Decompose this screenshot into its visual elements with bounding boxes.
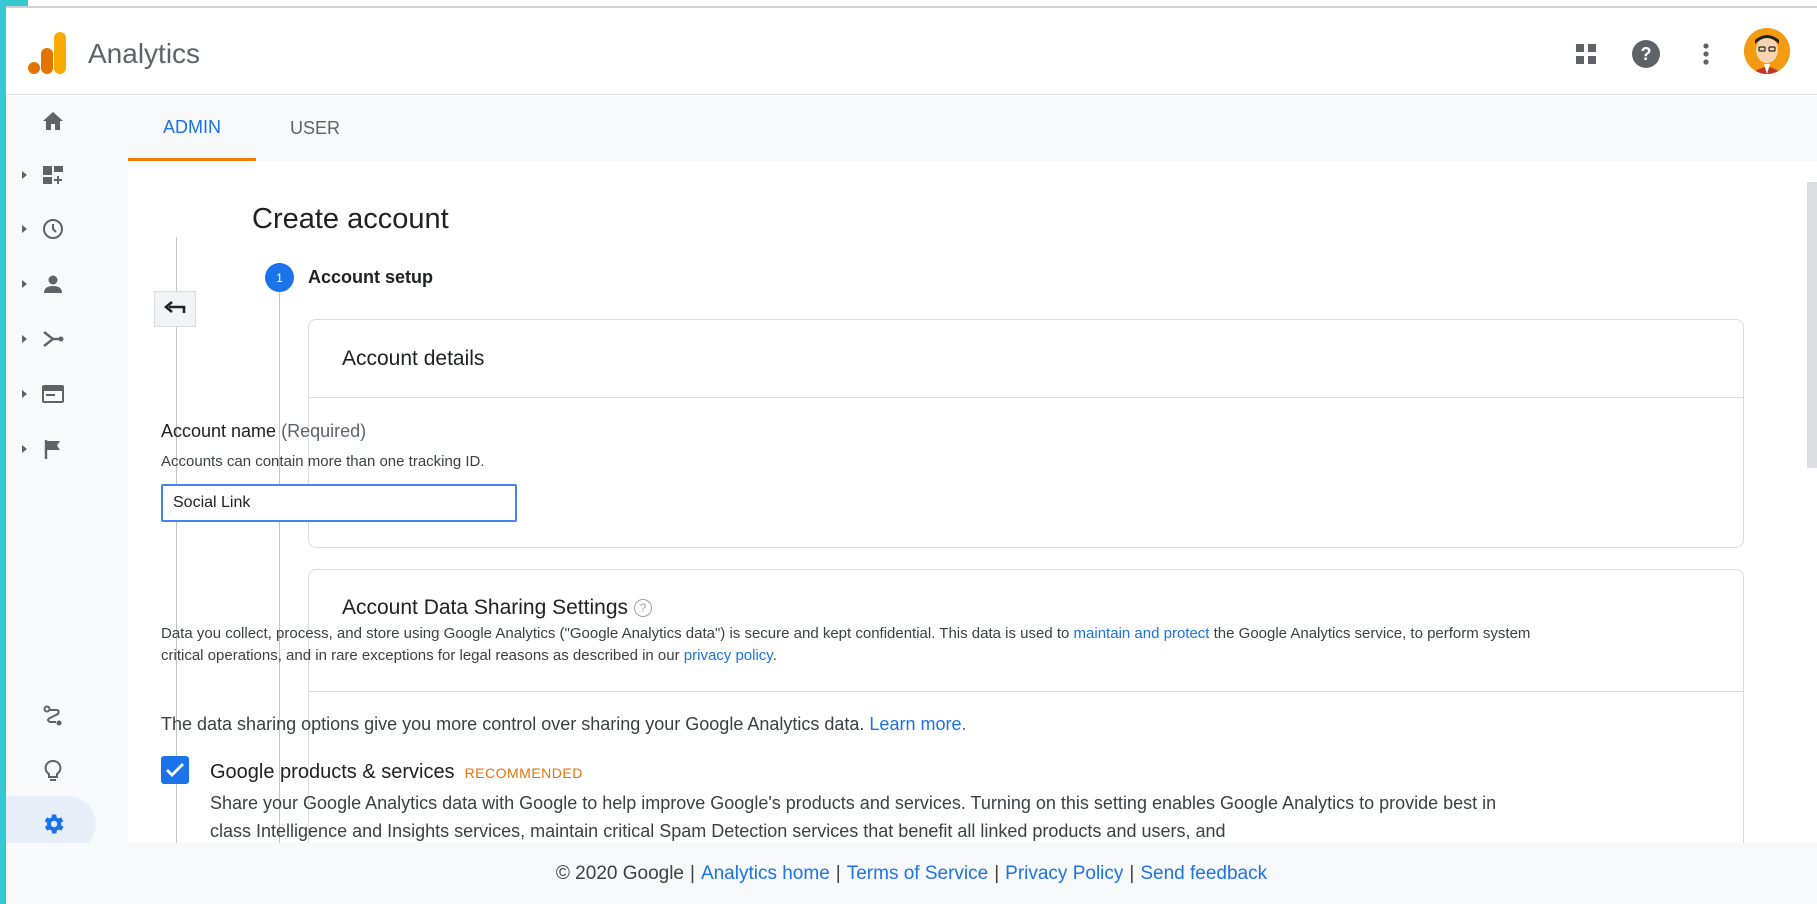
back-button[interactable] <box>154 291 196 327</box>
privacy-policy-link[interactable]: privacy policy <box>684 647 773 664</box>
required-marker: (Required) <box>281 421 367 441</box>
footer-separator: | <box>835 862 841 884</box>
footer-copyright: © 2020 Google <box>555 862 684 884</box>
rail-item-acquisition[interactable] <box>6 314 128 364</box>
google-products-option: Google products & services RECOMMENDED <box>210 761 583 784</box>
rail-item-admin[interactable] <box>6 799 128 849</box>
data-sharing-heading: Account Data Sharing Settings? <box>342 596 653 620</box>
expand-arrow-icon <box>22 171 27 179</box>
expand-arrow-icon <box>22 335 27 343</box>
data-sharing-heading-text: Account Data Sharing Settings <box>342 596 629 619</box>
behavior-icon <box>39 380 67 408</box>
footer-separator: | <box>994 862 1000 884</box>
admin-user-tabbar: ADMIN USER <box>128 96 1817 161</box>
maintain-protect-link[interactable]: maintain and protect <box>1074 625 1210 642</box>
sharing-intro-text: The data sharing options give you more c… <box>161 714 865 734</box>
footer-terms-link[interactable]: Terms of Service <box>847 863 988 885</box>
account-name-label: Account name (Required) <box>161 421 366 442</box>
acquisition-icon <box>39 325 67 353</box>
left-nav-rail <box>6 96 128 904</box>
rail-item-home[interactable] <box>6 96 128 146</box>
more-vert-icon[interactable] <box>1690 38 1722 70</box>
google-products-checkbox[interactable] <box>161 756 189 784</box>
page-footer: © 2020 Google | Analytics home | Terms o… <box>6 843 1817 904</box>
rail-item-attribution[interactable] <box>6 691 128 741</box>
rail-item-behavior[interactable] <box>6 369 128 419</box>
footer-separator: | <box>1129 862 1135 884</box>
desc-text-1: Data you collect, process, and store usi… <box>161 625 1074 642</box>
step-number-badge: 1 <box>265 263 294 292</box>
customization-icon <box>39 161 67 189</box>
back-arrow-icon <box>164 301 186 313</box>
content-scrollbar[interactable] <box>1807 182 1817 468</box>
expand-arrow-icon <box>22 445 27 453</box>
rail-item-discover[interactable] <box>6 746 128 796</box>
expand-arrow-icon <box>22 390 27 398</box>
app-title: Analytics <box>88 38 201 69</box>
rail-item-conversions[interactable] <box>6 424 128 474</box>
home-icon <box>39 107 67 135</box>
audience-icon <box>39 270 67 298</box>
account-details-card: Account details <box>308 319 1744 548</box>
sharing-options-intro: The data sharing options give you more c… <box>161 714 966 735</box>
admin-gear-icon <box>39 810 67 838</box>
svg-text:?: ? <box>1641 44 1652 64</box>
footer-analytics-home-link[interactable]: Analytics home <box>701 863 830 885</box>
data-sharing-description: Data you collect, process, and store usi… <box>161 623 1541 667</box>
expand-arrow-icon <box>22 280 27 288</box>
checkmark-icon <box>166 763 184 777</box>
footer-feedback-link[interactable]: Send feedback <box>1140 863 1267 885</box>
rail-item-customization[interactable] <box>6 150 128 200</box>
account-name-help: Accounts can contain more than one track… <box>161 453 485 470</box>
footer-privacy-link[interactable]: Privacy Policy <box>1005 863 1123 885</box>
analytics-logo-icon[interactable] <box>26 30 70 78</box>
footer-separator: | <box>690 862 695 884</box>
tab-user[interactable]: USER <box>290 96 340 161</box>
app-header: Analytics ? <box>6 8 1817 95</box>
recommended-badge: RECOMMENDED <box>464 765 583 781</box>
rail-item-audience[interactable] <box>6 259 128 309</box>
step-label: Account setup <box>308 267 434 287</box>
discover-icon <box>39 757 67 785</box>
main-content: Create account 1 Account setup Account d… <box>128 161 1817 869</box>
attribution-icon <box>39 702 67 730</box>
rail-item-realtime[interactable] <box>6 204 128 254</box>
learn-more-link[interactable]: Learn more. <box>869 714 966 734</box>
google-products-description: Share your Google Analytics data with Go… <box>210 793 1497 841</box>
account-name-input[interactable] <box>161 484 517 522</box>
help-icon[interactable]: ? <box>1630 38 1662 70</box>
card-divider <box>309 691 1743 692</box>
conversions-icon <box>39 435 67 463</box>
account-name-label-text: Account name <box>161 421 277 441</box>
account-details-heading: Account details <box>342 347 485 370</box>
tab-admin[interactable]: ADMIN <box>128 96 256 161</box>
help-circle-icon[interactable]: ? <box>634 599 653 618</box>
apps-grid-icon[interactable] <box>1570 38 1602 70</box>
realtime-icon <box>39 215 67 243</box>
desc-text-3: . <box>772 647 777 664</box>
page-title: Create account <box>252 203 449 235</box>
expand-arrow-icon <box>22 225 27 233</box>
card-divider <box>309 397 1743 398</box>
account-avatar[interactable] <box>1744 28 1790 74</box>
google-products-title: Google products & services <box>210 761 455 783</box>
